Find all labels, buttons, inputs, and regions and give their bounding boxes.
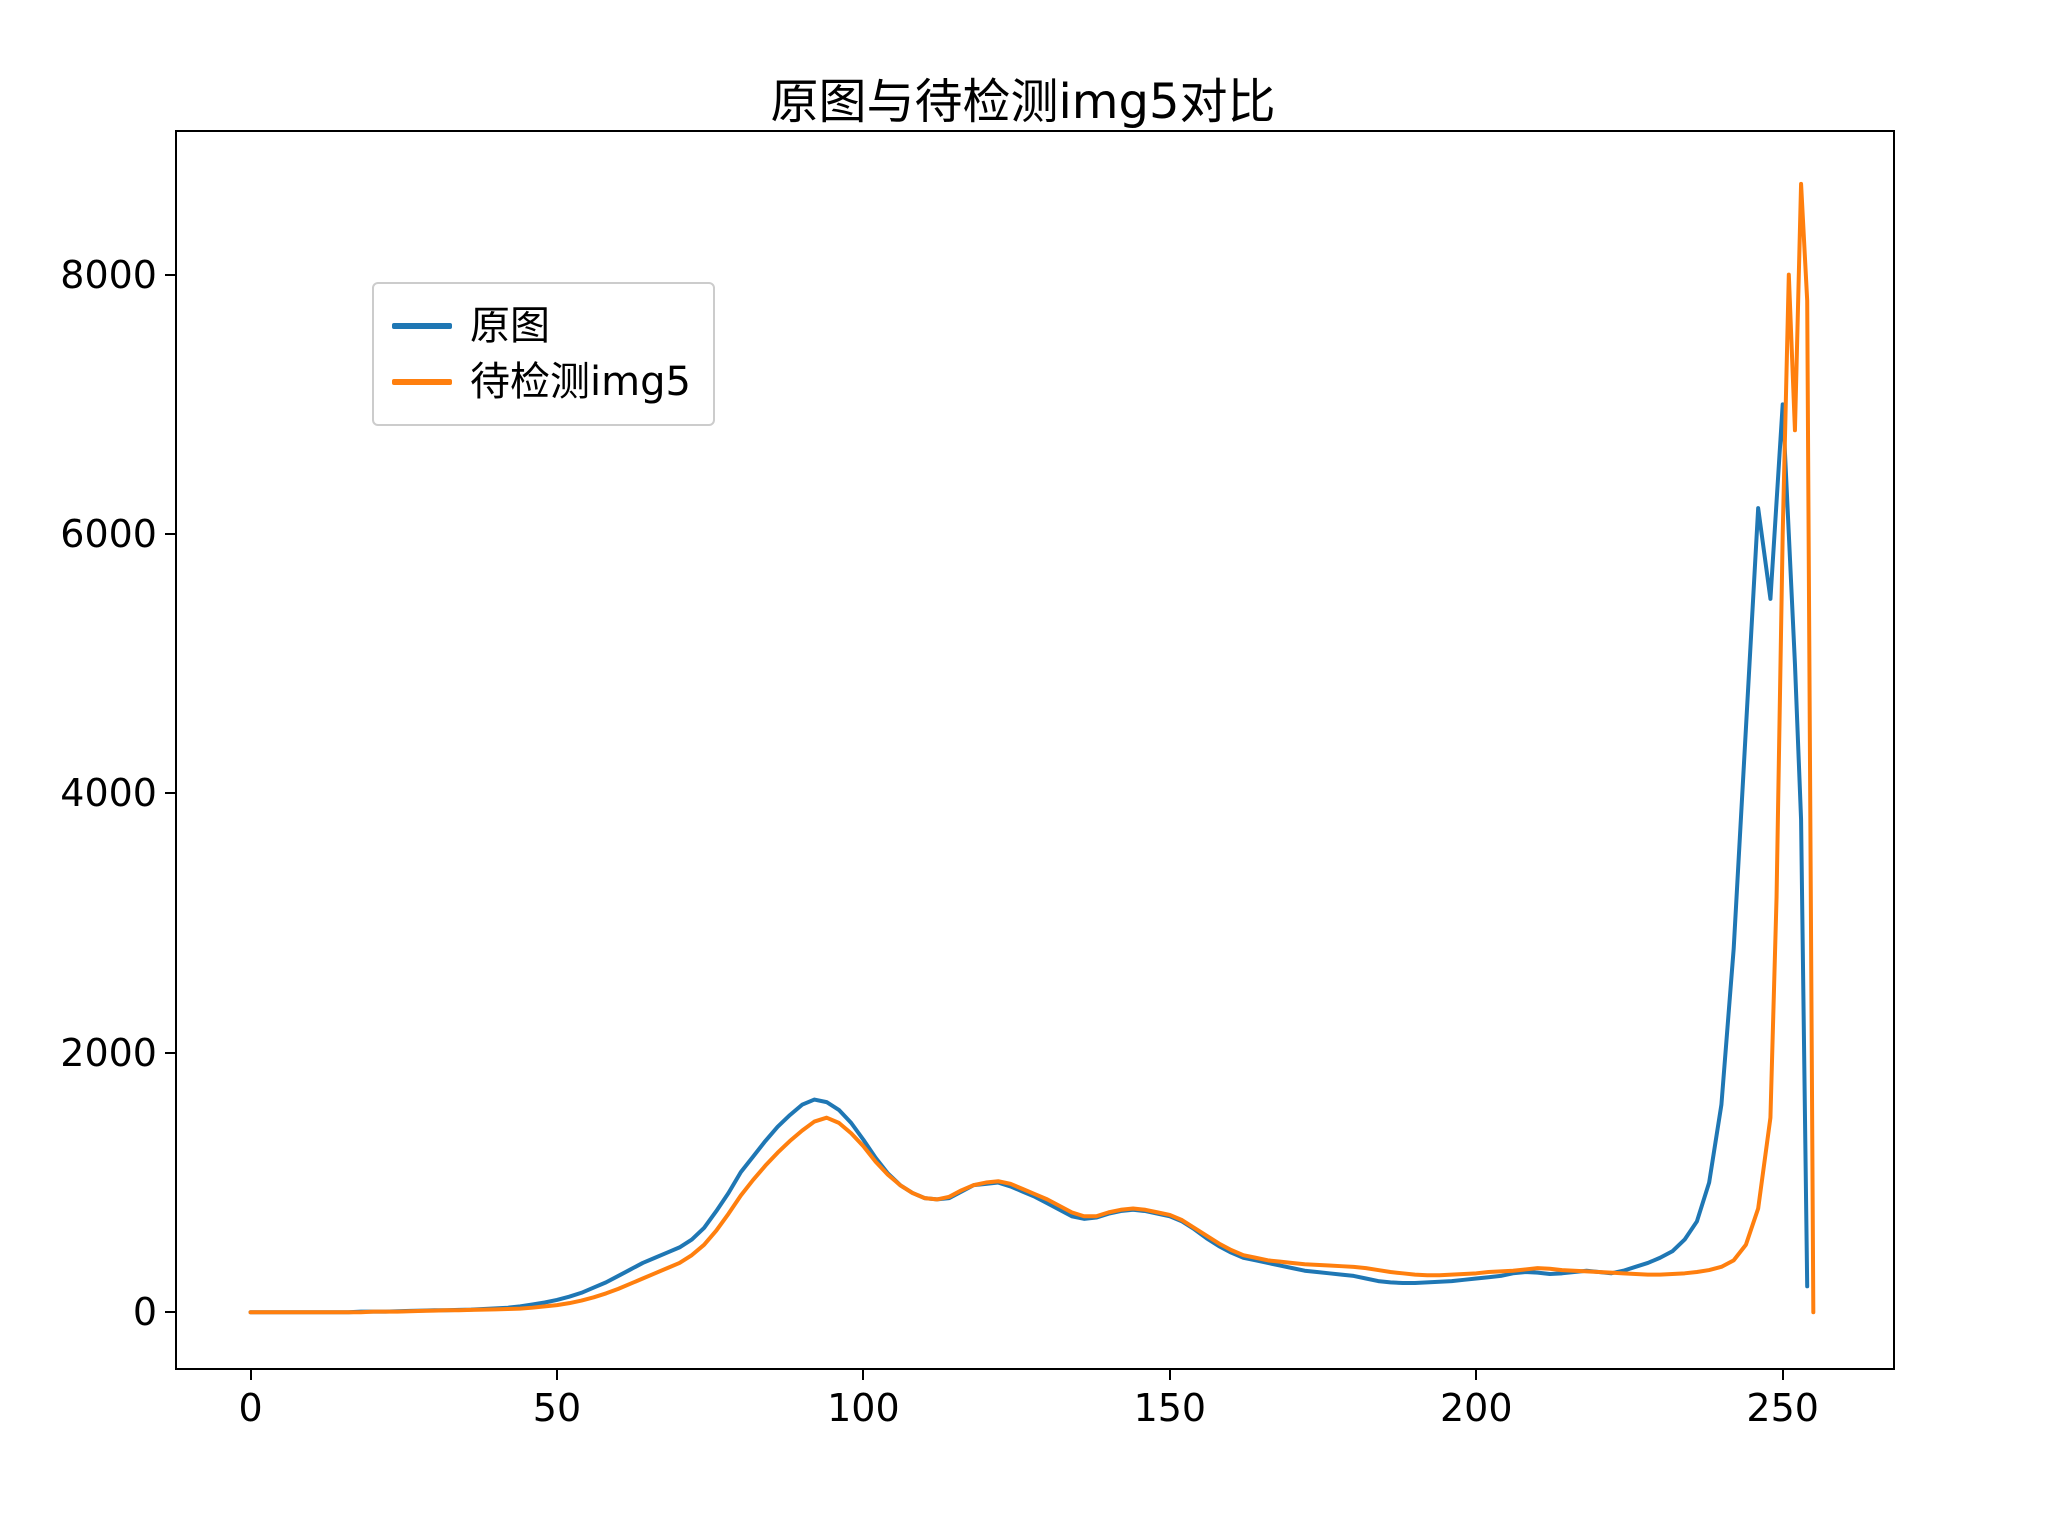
y-tick-mark [165,792,177,794]
chart-title: 原图与待检测img5对比 [0,62,2046,132]
y-tick-label: 0 [133,1290,157,1334]
y-tick-label: 8000 [60,253,157,297]
x-tick-label: 150 [1134,1386,1207,1430]
y-tick-label: 6000 [60,512,157,556]
legend-swatch-待检测img5 [392,379,452,385]
y-tick-label: 4000 [60,771,157,815]
figure: 原图与待检测img5对比 原图 待检测img5 050100150200250 … [0,0,2046,1535]
x-tick-label: 50 [533,1386,581,1430]
x-tick-label: 200 [1440,1386,1513,1430]
y-tick-mark [165,1311,177,1313]
legend-swatch-原图 [392,323,452,329]
legend-label: 原图 [470,298,550,354]
x-tick-label: 100 [827,1386,900,1430]
x-tick-mark [556,1368,558,1380]
y-tick-mark [165,1052,177,1054]
legend-label: 待检测img5 [470,354,691,410]
x-tick-label: 250 [1746,1386,1819,1430]
x-tick-mark [250,1368,252,1380]
y-tick-mark [165,533,177,535]
legend-entry-待检测img5: 待检测img5 [392,354,691,410]
x-tick-label: 0 [238,1386,262,1430]
y-tick-label: 2000 [60,1031,157,1075]
x-tick-mark [1169,1368,1171,1380]
series-line-原图 [251,404,1808,1312]
legend: 原图 待检测img5 [372,282,715,426]
legend-entry-原图: 原图 [392,298,691,354]
y-tick-mark [165,274,177,276]
x-tick-mark [862,1368,864,1380]
x-tick-mark [1782,1368,1784,1380]
axes: 原图 待检测img5 050100150200250 0200040006000… [175,130,1895,1370]
x-tick-mark [1475,1368,1477,1380]
